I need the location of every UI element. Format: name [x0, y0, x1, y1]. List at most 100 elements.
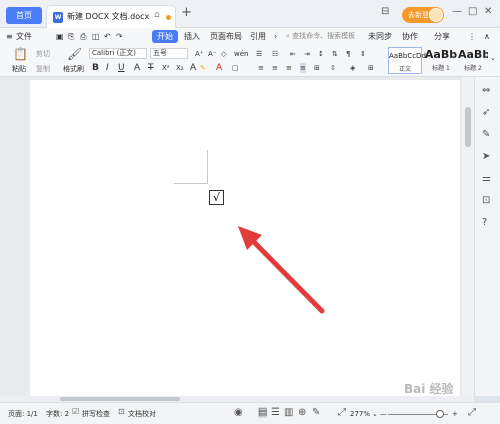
pinyin-icon[interactable]: wén	[234, 49, 248, 59]
clear-format-icon[interactable]: ◇	[221, 49, 226, 59]
more-tabs-icon[interactable]: ›	[274, 30, 277, 43]
select-cursor-icon[interactable]: ➤	[482, 151, 490, 162]
page-view-icon[interactable]: ▤	[258, 407, 268, 418]
align-right-icon[interactable]: ≡	[286, 63, 292, 73]
format-painter-button[interactable]: 格式刷	[63, 64, 84, 74]
strikethrough-icon[interactable]: T	[148, 63, 154, 73]
menu-icon[interactable]: ≡	[6, 30, 13, 43]
superscript-icon[interactable]: X²	[162, 63, 170, 73]
help-icon[interactable]: ?	[482, 217, 487, 228]
char-border-icon[interactable]: ▢	[232, 63, 239, 73]
style-heading-1[interactable]: AaBb 标题 1	[424, 47, 458, 74]
decrease-indent-icon[interactable]: ⇤	[290, 49, 296, 59]
pen-icon[interactable]: ✎	[482, 129, 490, 140]
cut-button[interactable]: 剪切	[36, 49, 50, 59]
paste-button[interactable]: 粘贴	[12, 64, 26, 74]
numbered-list-icon[interactable]: ☷	[272, 49, 278, 59]
underline-icon[interactable]: U	[118, 63, 125, 73]
export-icon[interactable]: ⎘	[68, 30, 74, 43]
backup-icon[interactable]: ⊡	[482, 195, 490, 206]
text-effect-icon[interactable]: A	[134, 63, 140, 73]
page-count[interactable]: 页面: 1/1	[8, 409, 38, 419]
share-button[interactable]: 分享	[434, 30, 450, 43]
zoom-level[interactable]: 277%	[350, 409, 370, 419]
font-color-icon[interactable]: A	[216, 63, 222, 73]
menu-page-layout[interactable]: 页面布局	[210, 30, 242, 43]
font-color-aa-icon[interactable]: A	[190, 63, 196, 73]
zoom-out-icon[interactable]: —	[380, 409, 387, 419]
spellcheck-button[interactable]: 拼写检查	[82, 409, 110, 419]
align-left-icon[interactable]: ≡	[258, 63, 264, 73]
pin-icon[interactable]: ⌂	[154, 10, 160, 20]
borders-icon[interactable]: ⊞	[368, 63, 374, 73]
home-tab[interactable]: 首页	[6, 7, 42, 24]
fit-page-icon[interactable]: ⤢	[338, 407, 346, 418]
zoom-slider-handle[interactable]	[436, 410, 444, 418]
adjust-icon[interactable]: ⚌	[482, 173, 491, 184]
document-tab[interactable]: W 新建 DOCX 文档.docx ⌂	[46, 5, 176, 28]
italic-icon[interactable]: I	[106, 63, 109, 73]
new-tab-plus-icon[interactable]: +	[181, 5, 192, 20]
proofread-button[interactable]: 文档校对	[128, 409, 156, 419]
fullscreen-icon[interactable]: ⤢	[468, 407, 476, 418]
eye-protection-icon[interactable]: ◉	[234, 407, 243, 418]
web-view-icon[interactable]: ⊕	[298, 407, 306, 418]
subscript-icon[interactable]: X₂	[176, 63, 184, 73]
collapse-panel-icon[interactable]: ⇔	[482, 85, 490, 96]
highlight-icon[interactable]: ✎	[200, 63, 206, 73]
horizontal-scrollbar-thumb[interactable]	[60, 397, 180, 401]
menu-start[interactable]: 开始	[152, 30, 178, 43]
zoom-in-icon[interactable]: +	[452, 409, 458, 419]
text-direction-icon[interactable]: ↕	[318, 49, 324, 59]
collaborate-button[interactable]: 协作	[402, 30, 418, 43]
paragraph-spacing-icon[interactable]: ⇳	[330, 63, 336, 73]
login-button[interactable]: 去新登录	[402, 7, 444, 23]
style-normal[interactable]: AaBbCcDd 正文	[388, 47, 426, 74]
bold-icon[interactable]: B	[92, 63, 99, 73]
style-heading-2[interactable]: AaBb 标题 2	[458, 47, 488, 74]
increase-indent-icon[interactable]: ⇥	[304, 49, 310, 59]
shading-icon[interactable]: ◈	[350, 63, 355, 73]
print-preview-icon[interactable]: ◫	[92, 30, 100, 43]
vertical-scrollbar[interactable]	[462, 77, 474, 396]
menu-insert[interactable]: 插入	[184, 30, 200, 43]
vertical-scrollbar-thumb[interactable]	[465, 107, 471, 147]
grow-font-icon[interactable]: A⁺	[195, 49, 203, 59]
zoom-dropdown-icon[interactable]: ⌄	[372, 409, 378, 419]
format-painter-icon[interactable]: 🖌	[67, 47, 82, 61]
show-marks-icon[interactable]: ¶	[346, 49, 350, 59]
line-spacing-icon[interactable]: ⇕	[360, 49, 366, 59]
collapse-ribbon-icon[interactable]: ∧	[484, 30, 490, 43]
sync-status[interactable]: 未同步	[368, 30, 392, 43]
word-count[interactable]: 字数: 2	[46, 409, 69, 419]
print-icon[interactable]: ⎙	[80, 30, 86, 43]
reading-view-icon[interactable]: ▥	[284, 407, 293, 418]
proofread-icon[interactable]: ⊡	[118, 407, 125, 416]
search-input[interactable]: ⌕ 查找命令、搜索模板	[286, 30, 362, 43]
sort-icon[interactable]: ⇅	[332, 49, 338, 59]
style-gallery-expand-icon[interactable]: ⌄	[490, 53, 496, 63]
writing-mode-icon[interactable]: ✎	[312, 407, 320, 418]
redo-icon[interactable]: ↷	[116, 30, 123, 43]
more-icon[interactable]: ⋮	[468, 30, 476, 43]
distribute-icon[interactable]: ⊞	[314, 63, 320, 73]
save-icon[interactable]: ▣	[56, 30, 64, 43]
tab-view-icon[interactable]: ⊟	[381, 6, 389, 17]
outline-view-icon[interactable]: ☰	[271, 407, 280, 418]
close-icon[interactable]: ✕	[484, 6, 492, 17]
bullet-list-icon[interactable]: ☰	[256, 49, 262, 59]
align-center-icon[interactable]: ≡	[272, 63, 278, 73]
justify-icon[interactable]: ≡	[300, 63, 306, 73]
copy-button[interactable]: 复制	[36, 64, 50, 74]
undo-icon[interactable]: ↶	[104, 30, 111, 43]
menu-file[interactable]: 文件	[16, 30, 32, 43]
menu-references[interactable]: 引用	[250, 30, 266, 43]
maximize-icon[interactable]: □	[468, 6, 477, 17]
font-name-select[interactable]: Calibri (正文)	[89, 48, 147, 59]
paste-icon[interactable]: 📋	[13, 47, 28, 61]
shrink-font-icon[interactable]: A⁻	[208, 49, 216, 59]
spellcheck-checkbox-icon[interactable]: ☑	[72, 407, 79, 416]
font-size-select[interactable]: 五号	[150, 48, 188, 59]
minimize-icon[interactable]: —	[452, 6, 462, 17]
rocket-icon[interactable]: ➶	[482, 107, 490, 118]
